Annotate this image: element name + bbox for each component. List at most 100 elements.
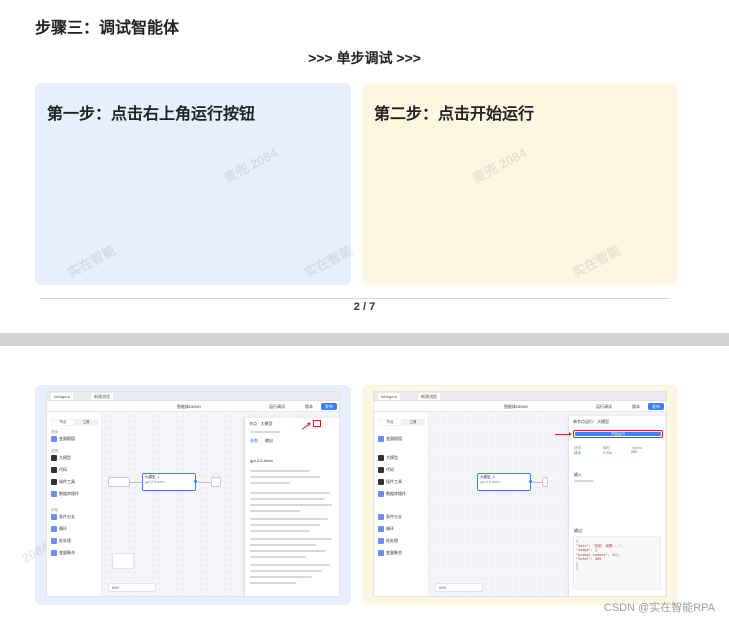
library-tabs: 节点 工具 (378, 419, 425, 426)
library-item-label: 变量赋值 (59, 436, 75, 441)
zoom-level: 84% (112, 586, 120, 590)
card-step-1-title: 第一步：点击右上角运行按钮 (47, 106, 256, 123)
library-item[interactable]: 代码 (51, 466, 67, 474)
start-run-button[interactable]: 开始运行 (575, 432, 661, 436)
llm-node[interactable]: 大模型_1 gpt-3.5-turbo (477, 473, 531, 491)
stat-value: 2.32s (603, 451, 612, 455)
library-item-label: 批处理 (386, 538, 398, 543)
run-debug-button[interactable]: 运行调试 (269, 404, 285, 410)
publish-button[interactable]: 发布 (648, 403, 664, 410)
footer-credit: CSDN @实在智能RPA (603, 602, 715, 614)
library-item[interactable]: 循环 (378, 525, 394, 533)
batch-icon (51, 537, 57, 544)
aggregate-icon (378, 549, 384, 556)
branch-icon (51, 513, 57, 520)
library-item[interactable]: 循环 (51, 525, 67, 533)
section-title: 步骤三：调试智能体 (35, 20, 180, 37)
library-item-label: 条件分支 (59, 514, 75, 519)
tab-tools[interactable]: 工具 (402, 420, 424, 425)
library-item[interactable]: 数据库操作 (378, 490, 406, 498)
browser-tab[interactable]: lobAgent (51, 393, 73, 400)
output-label: 输出 (574, 528, 582, 533)
library-item[interactable]: 变量赋值 (51, 435, 75, 443)
version-button[interactable]: 版本 (305, 404, 313, 410)
node-config-panel: 节点 · 大模型 参数 输出 gpt-3.5-turbo (244, 418, 339, 596)
plugin-icon (51, 478, 57, 485)
edge (197, 482, 211, 483)
text-line (250, 576, 312, 578)
browser-tab[interactable]: lobAgent (378, 393, 400, 400)
watermark: 麦兜 2084 (470, 145, 530, 186)
browser-tab[interactable]: 新建流程 (91, 393, 113, 400)
library-item-label: 变量聚合 (386, 550, 402, 555)
library-item[interactable]: 大模型 (51, 454, 71, 462)
card-step-1: 第一步：点击右上角运行按钮 麦兜 2084 实在智能 (35, 83, 351, 285)
start-node[interactable] (108, 477, 130, 487)
library-item[interactable]: 数据库操作 (51, 490, 79, 498)
library-tabs: 节点 工具 (51, 419, 98, 426)
library-item[interactable]: 批处理 (378, 537, 398, 545)
code-icon (378, 466, 384, 473)
llm-node[interactable]: 大模型_1 gpt-3.5-turbo (142, 473, 196, 491)
text-line (250, 570, 322, 572)
workflow-title: 智能体DEMO (504, 404, 528, 409)
end-node[interactable] (211, 477, 221, 487)
library-item[interactable]: 批处理 (51, 537, 71, 545)
library-item-label: 大模型 (386, 455, 398, 460)
library-item[interactable]: 变量聚合 (378, 549, 402, 557)
library-item[interactable]: 大模型 (378, 454, 398, 462)
publish-button[interactable]: 发布 (321, 403, 337, 410)
screenshot-2: lobAgent 新建流程 智能体DEMO 运行调试 版本 发布 节点 工具 变… (373, 391, 667, 597)
library-item-label: 插件工具 (59, 479, 75, 484)
panel-tab-output[interactable]: 输出 (265, 438, 273, 444)
loop-icon (378, 525, 384, 532)
version-button[interactable]: 版本 (632, 404, 640, 410)
run-button-highlight: 开始运行 (573, 430, 663, 438)
library-item[interactable]: 变量聚合 (51, 549, 75, 557)
screenshot-1: lobAgent 新建流程 智能体DEMO 运行调试 版本 发布 节点 工具 基… (46, 391, 340, 597)
card-step-2: 第二步：点击开始运行 麦兜 2084 实在智能 实在智能 (302, 83, 678, 285)
tab-nodes[interactable]: 节点 (52, 420, 74, 425)
database-icon (378, 490, 384, 497)
text-line (250, 530, 310, 532)
app-toolbar: 智能体DEMO 运行调试 版本 发布 (374, 401, 666, 412)
browser-tabbar: lobAgent 新建流程 (374, 392, 666, 401)
panel-tab-params[interactable]: 参数 (250, 438, 258, 444)
variable-icon (51, 435, 57, 442)
library-item[interactable]: 插件工具 (51, 478, 75, 486)
watermark: 实在智能 (64, 242, 118, 281)
library-item[interactable]: 条件分支 (378, 513, 402, 521)
run-debug-button[interactable]: 运行调试 (596, 404, 612, 410)
text-line (250, 510, 300, 512)
tab-nodes[interactable]: 节点 (379, 420, 401, 425)
library-item[interactable]: 变量赋值 (378, 435, 402, 443)
model-select[interactable]: gpt-3.5-turbo (250, 458, 273, 463)
text-line (250, 431, 280, 433)
edge (130, 482, 142, 483)
library-item[interactable]: 条件分支 (51, 513, 75, 521)
stat-status: 状态 成功 (574, 446, 581, 456)
watermark: 实在智能 (569, 242, 623, 281)
stat-tokens: Tokens 589 (631, 446, 642, 454)
library-item[interactable]: 代码 (378, 466, 394, 474)
output-json: { "text": "你好，我是...", "usage": { "prompt… (573, 536, 661, 590)
library-item[interactable]: 插件工具 (378, 478, 402, 486)
zoom-controls[interactable]: 84% (435, 583, 483, 592)
llm-node-model: gpt-3.5-turbo (480, 480, 501, 484)
text-line (250, 556, 306, 558)
zoom-controls[interactable]: 84% (108, 583, 156, 592)
stat-value: 589 (631, 450, 637, 454)
end-node[interactable] (542, 477, 548, 487)
run-node-icon[interactable] (313, 420, 321, 427)
tab-tools[interactable]: 工具 (75, 420, 97, 425)
minimap[interactable] (112, 553, 134, 569)
llm-icon (51, 454, 57, 461)
database-icon (51, 490, 57, 497)
aggregate-icon (51, 549, 57, 556)
library-item-label: 数据库操作 (386, 491, 406, 496)
branch-icon (378, 513, 384, 520)
browser-tabbar: lobAgent 新建流程 (47, 392, 339, 401)
browser-tab[interactable]: 新建流程 (418, 393, 440, 400)
pager[interactable]: 2 / 7 (0, 301, 729, 313)
separator-band (0, 333, 729, 346)
